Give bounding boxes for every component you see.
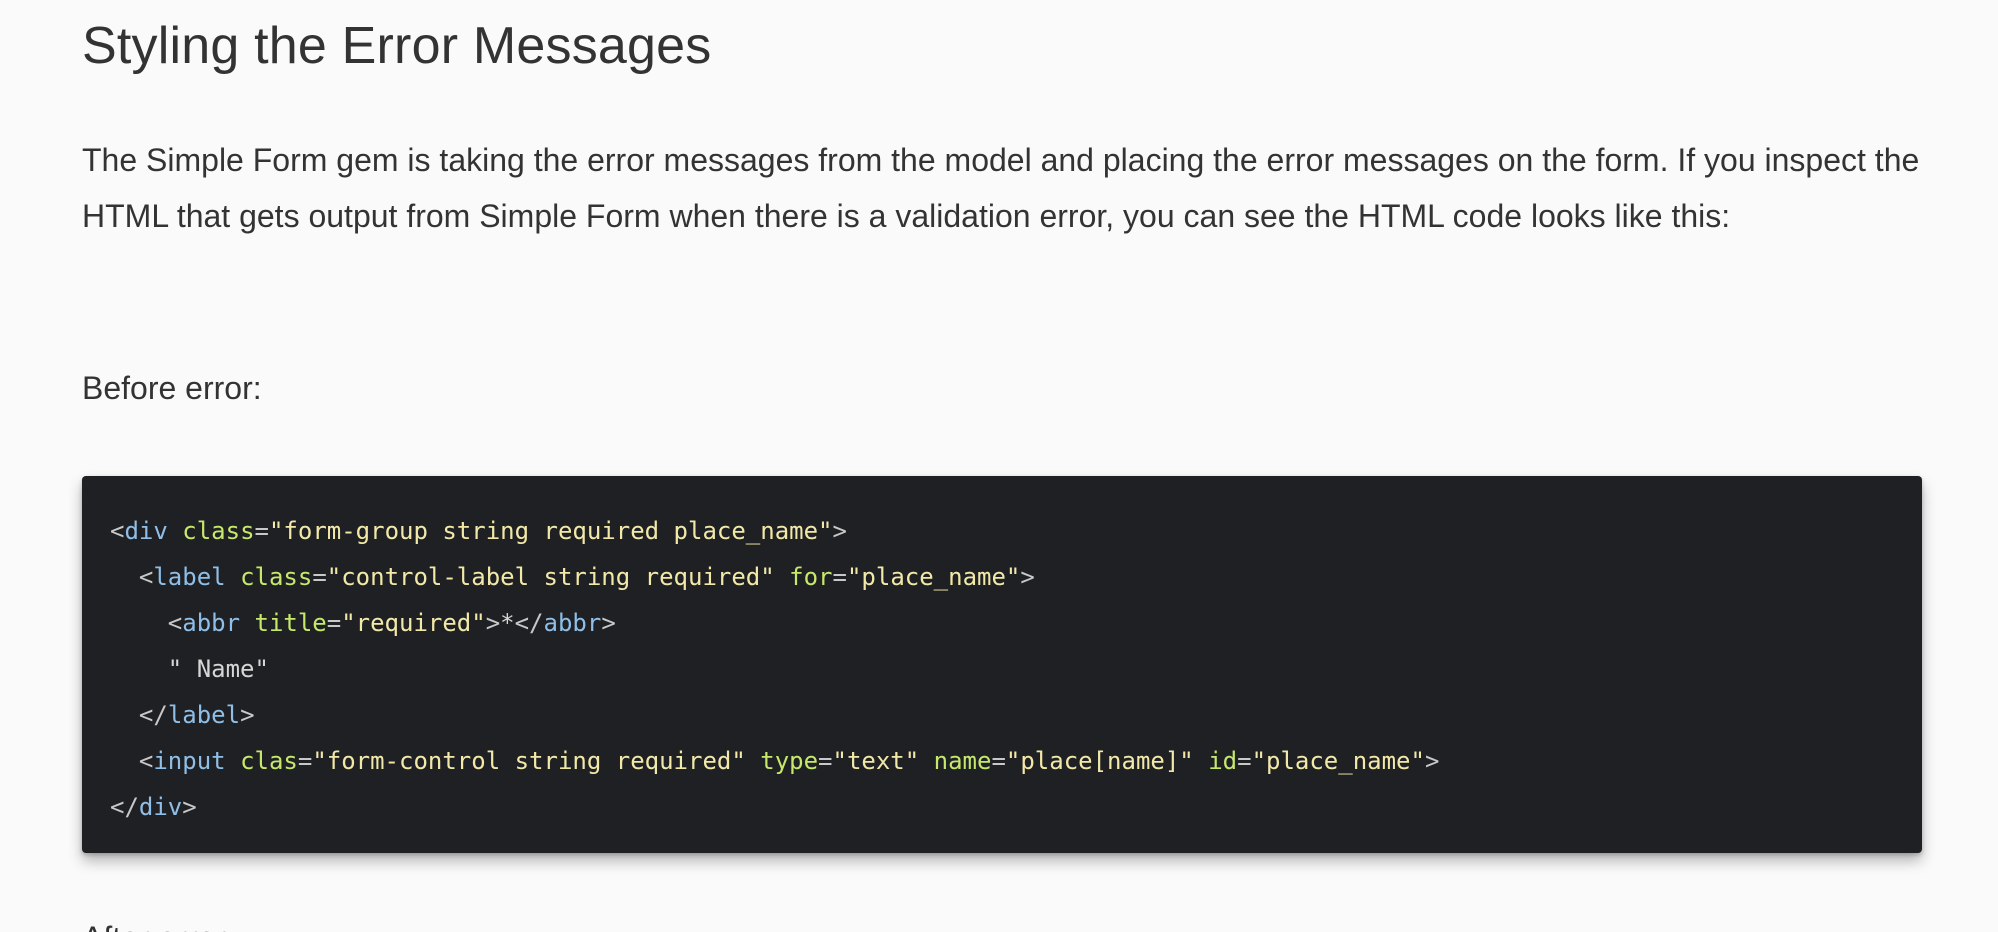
code-token-attr: class [182,517,255,545]
code-token-punct: = [991,747,1006,775]
code-token-attr: type [760,747,819,775]
code-token-attr: class [240,563,313,591]
code-token-attr: for [789,563,833,591]
code-token-punct: = [326,609,342,637]
code-line: </div> [110,784,1922,830]
code-token-punct: > [240,701,255,729]
after-error-label: After error: [82,910,235,932]
code-token-punct: > [832,517,847,545]
code-token-punct: = [1237,747,1252,775]
code-token-tag: abbr [182,609,241,637]
code-token-punct: < [167,609,183,637]
code-token-punct: < [110,517,125,545]
code-token-punct: > [1020,563,1035,591]
code-token-punct: = [254,517,269,545]
code-token-str: "place_name" [846,563,1021,591]
code-line: <abbr title="required">*</abbr> [110,600,1922,646]
code-line: <label class="control-label string requi… [110,554,1922,600]
code-token-punct: < [138,563,154,591]
code-token-str: "place[name]" [1005,747,1194,775]
code-token-str: "form-group string required place_name" [268,517,833,545]
code-token-punct: = [297,747,313,775]
code-token-punct: > [485,609,501,637]
code-token-tag: label [153,563,226,591]
code-token-str: "control-label string required" [326,563,775,591]
code-token-tag: abbr [543,609,602,637]
code-token-tag: label [167,701,241,729]
code-token-text: * [500,609,515,637]
code-token-punct: > [182,793,197,821]
code-block[interactable]: <div class="form-group string required p… [82,476,1922,853]
code-token-punct: > [601,609,616,637]
code-token-str: "required" [341,609,486,637]
code-line: " Name" [110,646,1922,692]
code-token-tag: div [138,793,183,821]
code-token-punct: = [818,747,833,775]
code-token-attr: title [254,609,327,637]
code-token-tag: input [153,747,226,775]
code-token-punct: > [1424,747,1440,775]
code-token-punct: </ [138,701,168,729]
code-token-attr: id [1208,747,1238,775]
section-heading: Styling the Error Messages [82,17,712,75]
code-token-attr: name [933,747,992,775]
code-token-punct: </ [514,609,544,637]
code-token-text: " Name" [110,655,269,683]
intro-paragraph: The Simple Form gem is taking the error … [82,142,1920,234]
code-line: <div class="form-group string required p… [110,508,1922,554]
code-token-punct: </ [110,793,139,821]
code-token-str: "place_name" [1251,747,1425,775]
code-token-punct: = [832,563,847,591]
code-token-punct: = [312,563,327,591]
code-line: </label> [110,692,1922,738]
before-error-label: Before error: [82,370,262,406]
code-token-str: "form-control string required" [312,747,746,775]
code-token-attr: clas [240,747,298,775]
code-token-punct: < [138,747,154,775]
code-line: <input clas="form-control string require… [110,738,1922,784]
code-token-tag: div [124,517,168,545]
code-token-str: "text" [832,747,920,775]
